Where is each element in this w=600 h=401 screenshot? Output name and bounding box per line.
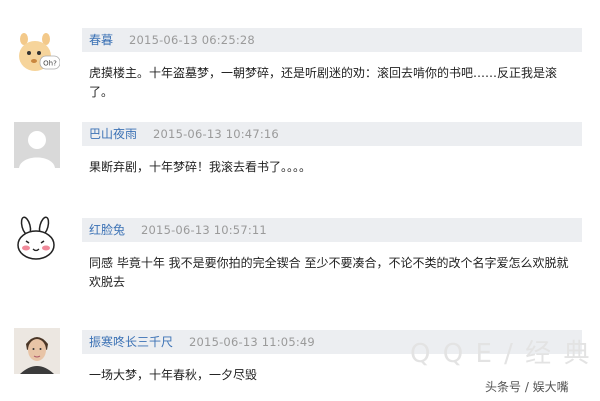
comment-header: 巴山夜雨 2015-06-13 10:47:16 (82, 122, 582, 146)
comment-text: 果断弃剧，十年梦碎！我滚去看书了。。。。 (89, 160, 312, 174)
comment-timestamp: 2015-06-13 11:05:49 (189, 335, 315, 349)
username-link[interactable]: 春暮 (82, 28, 129, 52)
comment-timestamp: 2015-06-13 06:25:28 (129, 33, 255, 47)
comment-timestamp: 2015-06-13 10:47:16 (153, 127, 279, 141)
comment-timestamp: 2015-06-13 10:57:11 (141, 223, 267, 237)
comment-text: 同感 毕竟十年 我不是要你拍的完全锲合 至少不要凑合，不论不类的改个名字爱怎么欢… (89, 256, 569, 289)
comment-text: 虎摸楼主。十年盗墓梦，一朝梦碎，还是听剧迷的劝：滚回去啃你的书吧……反正我是滚了… (89, 66, 558, 99)
username-link[interactable]: 巴山夜雨 (82, 122, 153, 146)
blushing-rabbit-avatar[interactable] (14, 216, 60, 262)
comment-header: 红脸兔 2015-06-13 10:57:11 (82, 218, 582, 242)
username-link[interactable]: 红脸兔 (82, 218, 141, 242)
cartoon-cat-avatar[interactable]: Oh? (14, 30, 60, 76)
default-user-avatar[interactable] (14, 122, 60, 168)
avatar-badge-text: Oh? (43, 60, 57, 68)
man-portrait-avatar[interactable] (14, 328, 60, 374)
background-watermark: Q Q E / 经 典 网 (410, 339, 600, 369)
username-link[interactable]: 振寒咚长三千尺 (82, 330, 189, 354)
comment-header: 春暮 2015-06-13 06:25:28 (82, 28, 582, 52)
source-watermark: 头条号 / 娱大嘴 (485, 380, 569, 394)
